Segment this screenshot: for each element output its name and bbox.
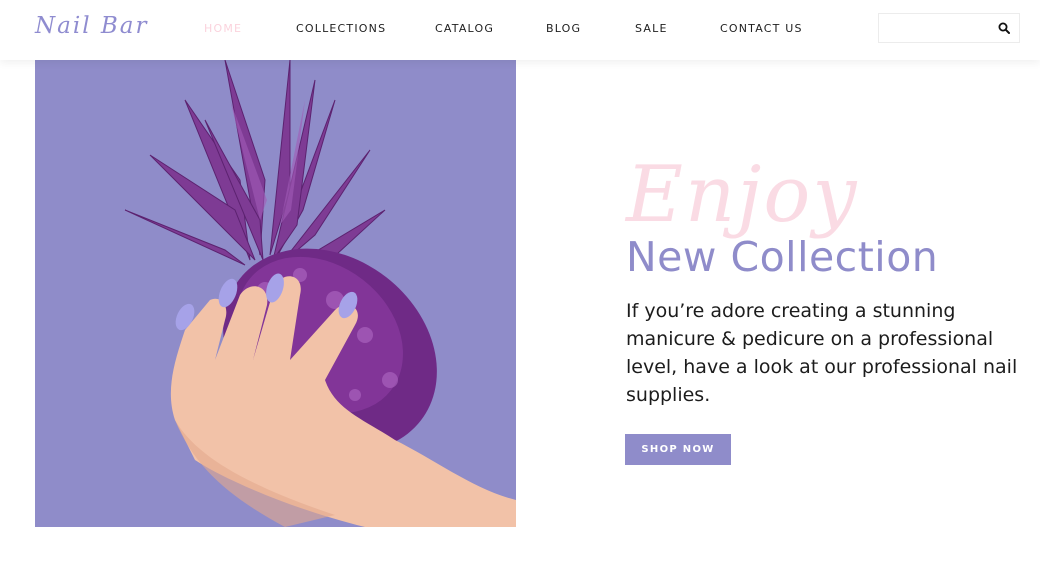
search-input[interactable] (879, 14, 989, 42)
hero-title: New Collection (626, 233, 939, 281)
site-header: Nail Bar HOME COLLECTIONS CATALOG BLOG S… (0, 0, 1040, 60)
search-icon[interactable] (998, 22, 1010, 34)
search-box (878, 13, 1020, 43)
nav-item-sale[interactable]: SALE (635, 22, 668, 35)
nav-item-blog[interactable]: BLOG (546, 22, 581, 35)
hero-description: If you’re adore creating a stunning mani… (626, 300, 1018, 406)
logo[interactable]: Nail Bar (35, 13, 148, 39)
pineapple-hand-photo (35, 60, 516, 527)
nav-item-catalog[interactable]: CATALOG (435, 22, 494, 35)
shop-now-button[interactable]: SHOP NOW (625, 434, 731, 465)
hero-script-word: Enjoy (626, 150, 859, 240)
nav-item-contact-us[interactable]: CONTACT US (720, 22, 803, 35)
nav-item-collections[interactable]: COLLECTIONS (296, 22, 386, 35)
hero-image (35, 60, 516, 527)
nav-item-home[interactable]: HOME (204, 22, 242, 35)
